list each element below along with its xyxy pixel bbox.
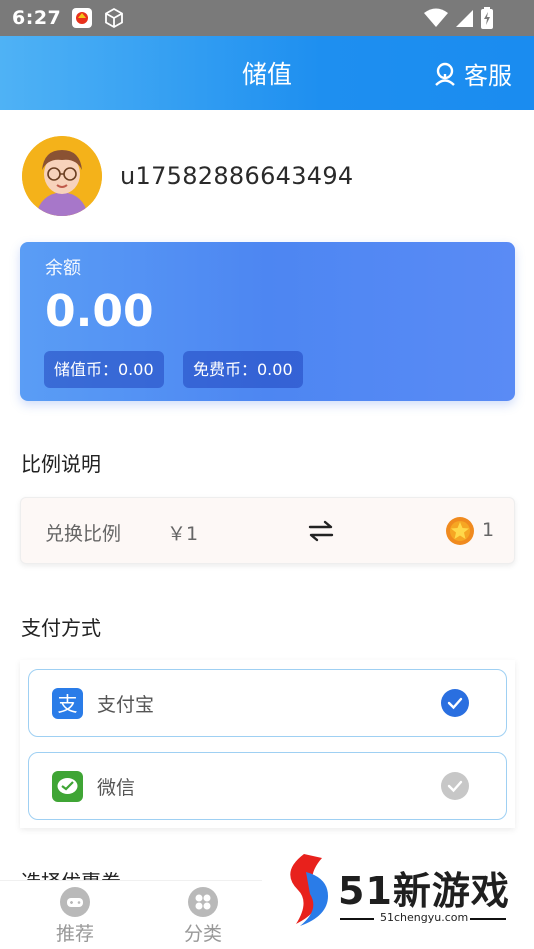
username: u17582886643494 <box>120 162 354 190</box>
page-title: 储值 <box>241 60 292 89</box>
ratio-card: 兑换比例 ￥1 1 <box>20 497 515 564</box>
payment-option-alipay[interactable]: 支 支付宝 <box>28 669 507 737</box>
payment-option-wechat[interactable]: 微信 <box>28 752 507 820</box>
app-header: 储值 客服 <box>0 36 534 110</box>
wifi-icon <box>424 8 448 27</box>
ratio-coin-amount: 1 <box>482 519 495 541</box>
svg-text:支: 支 <box>58 692 78 716</box>
status-bar: 6:27 <box>0 0 534 36</box>
alipay-icon: 支 <box>52 687 83 719</box>
balance-label: 余额 <box>45 258 81 279</box>
ratio-price: ￥1 <box>167 523 199 545</box>
status-time: 6:27 <box>12 7 62 29</box>
user-profile: u17582886643494 <box>22 136 353 216</box>
balance-card: 余额 0.00 储值币：0.00 免费币：0.00 <box>20 242 515 401</box>
balance-amount: 0.00 <box>45 286 154 337</box>
watermark-rule <box>470 918 506 920</box>
payment-label: 微信 <box>97 776 136 799</box>
gamepad-icon <box>60 887 90 917</box>
grid-icon <box>188 887 218 917</box>
watermark: 51新游戏 51chengyu.com <box>262 838 534 949</box>
app-notification-icon <box>71 7 93 29</box>
nav-label: 推荐 <box>55 923 94 945</box>
coin-icon <box>445 516 475 551</box>
ratio-section-title: 比例说明 <box>21 452 101 476</box>
customer-service-button[interactable]: 客服 <box>432 56 512 91</box>
payment-methods: 支 支付宝 微信 <box>20 660 515 828</box>
wechat-icon <box>52 770 83 802</box>
nav-item-category[interactable]: 分类 <box>173 887 233 946</box>
cube-icon <box>103 7 125 29</box>
battery-icon <box>481 7 493 29</box>
unchecked-icon <box>441 772 469 800</box>
avatar[interactable] <box>22 136 102 216</box>
signal-icon <box>456 10 473 27</box>
status-right <box>424 7 494 29</box>
watermark-subtext: 51chengyu.com <box>380 911 469 924</box>
watermark-logo <box>290 854 328 926</box>
watermark-rule <box>340 918 374 920</box>
checked-icon <box>441 689 469 717</box>
free-coin-badge: 免费币：0.00 <box>183 351 303 388</box>
swap-arrows-icon <box>308 520 334 547</box>
headset-icon <box>435 62 455 86</box>
ratio-label: 兑换比例 <box>45 523 122 545</box>
nav-item-recommend[interactable]: 推荐 <box>45 887 105 946</box>
payment-label: 支付宝 <box>97 693 155 716</box>
payment-section-title: 支付方式 <box>21 616 101 640</box>
stored-coin-badge: 储值币：0.00 <box>44 351 164 388</box>
screen: 6:27 储值 客服 u17582886643494 余额 0.00 储值币：0… <box>0 0 534 949</box>
customer-service-label: 客服 <box>464 62 512 90</box>
watermark-text: 51新游戏 <box>338 869 510 913</box>
nav-label: 分类 <box>183 923 222 945</box>
